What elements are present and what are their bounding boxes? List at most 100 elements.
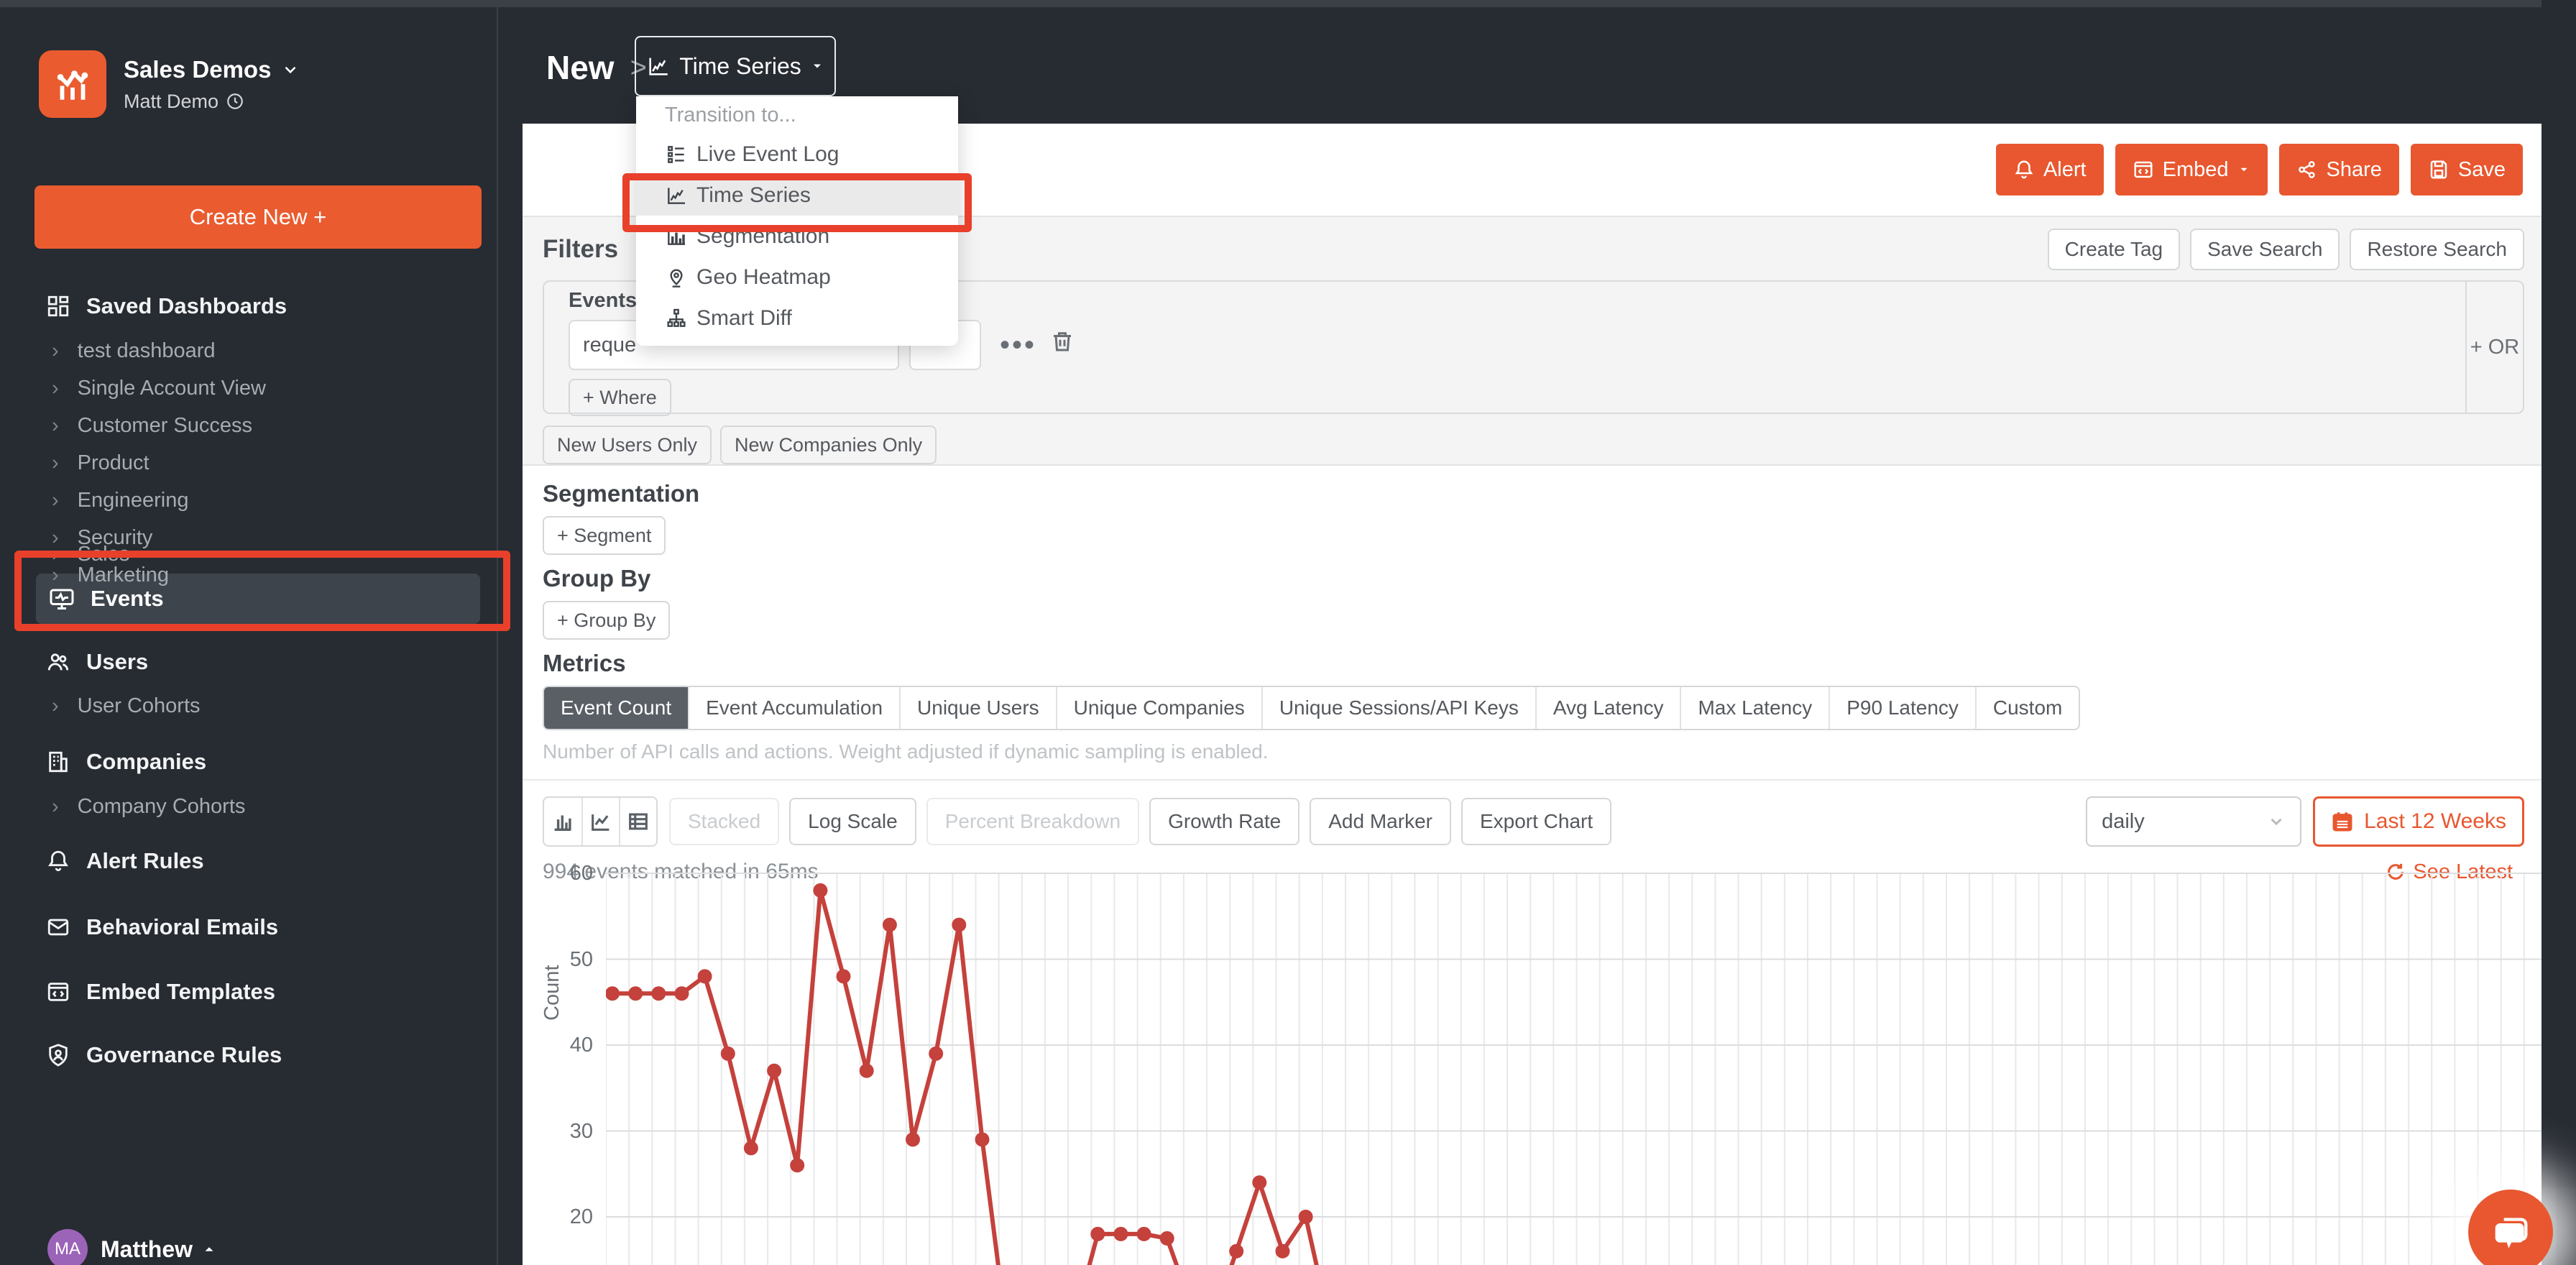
sidebar-item-customer-success[interactable]: › Customer Success xyxy=(52,414,252,438)
export-chart-button[interactable]: Export Chart xyxy=(1460,798,1612,845)
sidebar-section-embed-templates[interactable]: Embed Templates xyxy=(46,979,275,1005)
moesif-logo-icon xyxy=(57,70,88,100)
time-series-chart[interactable] xyxy=(606,859,2547,1265)
metric-tab-avg-latency[interactable]: Avg Latency xyxy=(1535,687,1680,729)
embed-window-icon xyxy=(2134,161,2153,178)
menu-item-live-event-log[interactable]: Live Event Log xyxy=(636,134,958,175)
y-tick-label: 20 xyxy=(569,1205,593,1228)
table-icon xyxy=(629,813,648,830)
sidebar-item-engineering[interactable]: › Engineering xyxy=(52,489,188,512)
sidebar-item-product[interactable]: › Product xyxy=(52,451,150,475)
moesif-logo[interactable] xyxy=(39,50,106,118)
line-chart-type-button[interactable] xyxy=(581,798,619,845)
metric-tab-unique-companies[interactable]: Unique Companies xyxy=(1055,687,1261,729)
alert-button[interactable]: Alert xyxy=(1995,144,2104,196)
sidebar-section-governance-rules[interactable]: Governance Rules xyxy=(46,1042,282,1068)
bell-icon xyxy=(2015,160,2033,179)
save-button[interactable]: Save xyxy=(2410,144,2523,196)
metric-tab-custom[interactable]: Custom xyxy=(1974,687,2079,729)
more-options-button[interactable]: ••• xyxy=(1000,329,1036,362)
menu-item-segmentation[interactable]: Segmentation xyxy=(636,216,958,257)
sidebar-item-user-cohorts[interactable]: › User Cohorts xyxy=(52,694,201,718)
metric-tab-event-accumulation[interactable]: Event Accumulation xyxy=(688,687,899,729)
embed-button[interactable]: Embed xyxy=(2115,144,2268,196)
sidebar-item-test-dashboard[interactable]: › test dashboard xyxy=(52,339,216,363)
delete-filter-button[interactable] xyxy=(1049,328,1075,362)
chevron-right-icon: › xyxy=(52,564,59,586)
bar-chart-icon xyxy=(554,815,571,832)
share-button[interactable]: Share xyxy=(2278,144,2399,196)
map-pin-icon xyxy=(670,269,683,288)
metric-description: Number of API calls and actions. Weight … xyxy=(543,740,1269,763)
restore-search-button[interactable]: Restore Search xyxy=(2350,229,2524,270)
user-menu[interactable]: MA Matthew xyxy=(47,1229,217,1265)
sidebar-item-single-account-view[interactable]: › Single Account View xyxy=(52,377,266,400)
create-new-button[interactable]: Create New + xyxy=(34,185,482,249)
save-floppy-icon xyxy=(2430,160,2447,179)
metric-tab-unique-users[interactable]: Unique Users xyxy=(899,687,1056,729)
metric-tab-event-count[interactable]: Event Count xyxy=(544,687,689,729)
table-type-button[interactable] xyxy=(619,798,656,845)
embed-window-icon xyxy=(47,983,69,1001)
workspace-switcher[interactable]: Sales Demos xyxy=(124,56,300,83)
section-label: Saved Dashboards xyxy=(86,293,288,318)
governance-shield-icon xyxy=(49,1044,68,1067)
app-name: Matt Demo xyxy=(124,90,219,112)
sidebar-section-alert-rules[interactable]: Alert Rules xyxy=(46,848,204,874)
new-users-only-button[interactable]: New Users Only xyxy=(543,426,712,464)
add-marker-button[interactable]: Add Marker xyxy=(1310,798,1451,845)
filters-title: Filters xyxy=(543,235,619,263)
window-right-strip xyxy=(2542,0,2576,1265)
menu-item-smart-diff[interactable]: Smart Diff xyxy=(636,298,958,339)
growth-rate-button[interactable]: Growth Rate xyxy=(1149,798,1300,845)
line-chart-icon xyxy=(668,187,685,204)
clock-icon xyxy=(227,93,243,109)
view-type-button[interactable]: Time Series xyxy=(635,36,836,96)
menu-item-geo-heatmap[interactable]: Geo Heatmap xyxy=(636,257,958,298)
add-group-by-button[interactable]: + Group By xyxy=(543,601,671,640)
percent-breakdown-button[interactable]: Percent Breakdown xyxy=(926,798,1140,845)
chevron-right-icon: › xyxy=(52,451,59,474)
line-chart-icon xyxy=(649,58,668,75)
bell-icon xyxy=(48,850,68,872)
sidebar: Sales Demos Matt Demo Create New + Saved… xyxy=(0,7,498,1265)
metric-tab-unique-sessions[interactable]: Unique Sessions/API Keys xyxy=(1261,687,1535,729)
save-search-button[interactable]: Save Search xyxy=(2190,229,2340,270)
dashboard-grid-icon xyxy=(47,295,69,317)
caret-up-icon xyxy=(205,1247,213,1251)
breadcrumb-new: New xyxy=(546,49,615,86)
sidebar-section-behavioral-emails[interactable]: Behavioral Emails xyxy=(46,914,278,940)
y-axis-title: Count xyxy=(540,965,564,1021)
segmentation-title: Segmentation xyxy=(543,480,700,507)
create-tag-button[interactable]: Create Tag xyxy=(2047,229,2181,270)
sidebar-section-saved-dashboards[interactable]: Saved Dashboards xyxy=(46,293,287,319)
new-companies-only-button[interactable]: New Companies Only xyxy=(720,426,937,464)
interval-select[interactable]: daily xyxy=(2086,796,2302,847)
add-or-button[interactable]: + OR xyxy=(2465,282,2523,413)
log-scale-button[interactable]: Log Scale xyxy=(789,798,916,845)
chevron-right-icon: › xyxy=(52,339,59,362)
bar-chart-icon xyxy=(668,228,685,245)
event-log-icon xyxy=(668,145,684,163)
date-range-button[interactable]: Last 12 Weeks xyxy=(2313,796,2524,847)
avatar: MA xyxy=(47,1229,88,1265)
chevron-down-icon xyxy=(2271,818,2282,826)
group-by-title: Group By xyxy=(543,565,651,592)
chevron-right-icon: › xyxy=(52,489,59,512)
sidebar-section-companies[interactable]: Companies xyxy=(46,749,206,775)
sidebar-section-users[interactable]: Users xyxy=(46,649,148,675)
add-segment-button[interactable]: + Segment xyxy=(543,516,666,555)
org-tree-icon xyxy=(667,308,686,327)
metric-tab-max-latency[interactable]: Max Latency xyxy=(1680,687,1828,729)
stacked-button[interactable]: Stacked xyxy=(669,798,780,845)
sidebar-item-company-cohorts[interactable]: › Company Cohorts xyxy=(52,795,245,819)
bar-chart-type-button[interactable] xyxy=(544,798,581,845)
app-switcher[interactable]: Matt Demo xyxy=(124,91,300,113)
menu-item-time-series[interactable]: Time Series xyxy=(636,175,958,216)
sidebar-item-marketing[interactable]: › Marketing xyxy=(52,564,169,587)
trash-icon xyxy=(1054,332,1072,351)
chart-toolbar: Stacked Log Scale Percent Breakdown Grow… xyxy=(523,779,2542,847)
add-where-button[interactable]: + Where xyxy=(569,379,671,416)
chevron-right-icon: › xyxy=(52,694,59,717)
metric-tab-p90-latency[interactable]: P90 Latency xyxy=(1828,687,1975,729)
